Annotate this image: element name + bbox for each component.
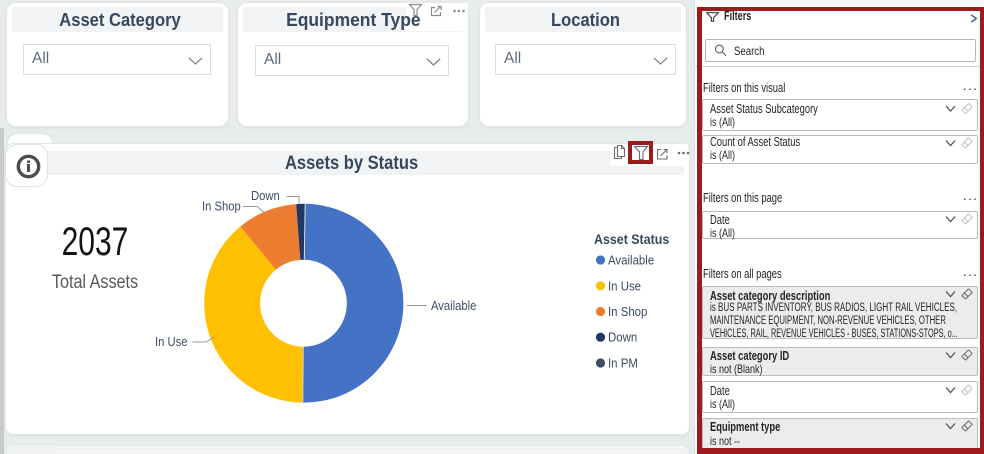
svg-text:Down: Down (608, 330, 637, 345)
svg-text:Available: Available (431, 298, 477, 313)
svg-text:Down: Down (251, 188, 280, 203)
svg-text:In Use: In Use (608, 279, 641, 294)
svg-text:In Shop: In Shop (202, 199, 241, 214)
svg-text:Available: Available (608, 253, 654, 268)
svg-text:In Use: In Use (155, 334, 188, 349)
svg-text:In PM: In PM (608, 356, 638, 371)
svg-text:In Shop: In Shop (608, 304, 648, 319)
